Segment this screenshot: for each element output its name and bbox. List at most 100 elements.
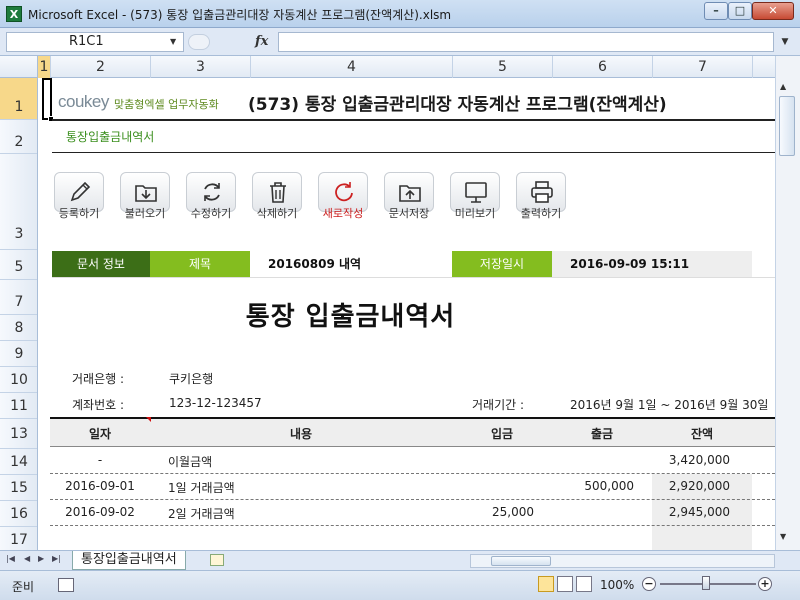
formula-bar: R1C1 ▼ fx ▼ xyxy=(0,28,800,56)
excel-app-icon[interactable]: X xyxy=(6,6,22,22)
header-deposit: 입금 xyxy=(490,427,514,441)
ledger-table-header: 일자 내용 입금 출금 잔액 xyxy=(50,417,775,447)
row-header-8[interactable]: 8 xyxy=(0,315,37,341)
formula-cancel-button[interactable] xyxy=(188,34,210,50)
refresh-icon xyxy=(204,183,220,201)
normal-view-button[interactable] xyxy=(538,576,554,592)
monitor-icon xyxy=(465,182,487,203)
row-header-1[interactable]: 1 xyxy=(0,78,37,120)
row-header-14[interactable]: 14 xyxy=(0,449,37,475)
prev-sheet-icon[interactable]: ◀ xyxy=(24,554,30,563)
sheet-subtitle: 통장입출금내역서 xyxy=(66,130,155,144)
title-value-cell[interactable]: 20160809 내역 xyxy=(250,251,452,277)
first-sheet-icon[interactable]: |◀ xyxy=(6,554,15,563)
document-title: 통장 입출금내역서 xyxy=(245,302,456,332)
row-header-16[interactable]: 16 xyxy=(0,501,37,527)
row-header-9[interactable]: 9 xyxy=(0,341,37,367)
comment-indicator[interactable] xyxy=(146,417,151,422)
info-divider xyxy=(52,277,775,278)
maximize-button[interactable]: □ xyxy=(728,2,752,20)
row-description: 1일 거래금액 xyxy=(168,481,235,495)
next-sheet-icon[interactable]: ▶ xyxy=(38,554,44,563)
close-button[interactable]: ✕ xyxy=(752,2,794,20)
register-button-label: 등록하기 xyxy=(58,207,100,220)
zoom-out-button[interactable]: − xyxy=(642,577,656,591)
column-header-4[interactable]: 4 xyxy=(251,56,453,78)
new-doc-icon xyxy=(335,182,353,202)
chevron-down-icon[interactable]: ▼ xyxy=(170,37,176,46)
column-header-3[interactable]: 3 xyxy=(151,56,251,78)
expand-formula-icon[interactable]: ▼ xyxy=(777,33,793,51)
folder-upload-icon xyxy=(399,185,421,202)
name-box[interactable]: R1C1 xyxy=(6,32,184,52)
row-header-5[interactable]: 5 xyxy=(0,250,37,280)
column-header-6[interactable]: 6 xyxy=(553,56,653,78)
period-value[interactable]: 2016년 9월 1일 ~ 2016년 9월 30일 xyxy=(570,396,768,413)
horizontal-scrollbar[interactable] xyxy=(470,554,775,568)
column-header-5[interactable]: 5 xyxy=(453,56,553,78)
row-header-13[interactable]: 13 xyxy=(0,419,37,449)
column-header-7[interactable]: 7 xyxy=(653,56,753,78)
row-description: 이월금액 xyxy=(168,455,213,469)
table-row[interactable]: - 이월금액 3,420,000 xyxy=(50,448,775,474)
table-row[interactable] xyxy=(50,526,775,550)
row-header-17[interactable]: 17 xyxy=(0,527,37,550)
account-value[interactable]: 123-12-123457 xyxy=(169,396,262,410)
row-header-11[interactable]: 11 xyxy=(0,393,37,419)
row-deposit: 25,000 xyxy=(492,505,534,519)
row-balance: 2,920,000 xyxy=(668,479,730,493)
row-header-10[interactable]: 10 xyxy=(0,367,37,393)
trash-icon xyxy=(270,182,286,203)
active-cell[interactable] xyxy=(42,78,52,120)
saved-at-value[interactable]: 2016-09-09 15:11 xyxy=(552,251,752,277)
vertical-scroll-thumb[interactable] xyxy=(779,96,795,156)
preview-button[interactable]: 미리보기 xyxy=(448,172,502,226)
row-header-7[interactable]: 7 xyxy=(0,280,37,315)
horizontal-scroll-thumb[interactable] xyxy=(491,556,551,566)
row-balance: 3,420,000 xyxy=(668,453,730,467)
window-title: Microsoft Excel - (573) 통장 입출금관리대장 자동계산 … xyxy=(28,8,452,22)
formula-input[interactable] xyxy=(278,32,774,52)
last-sheet-icon[interactable]: ▶| xyxy=(52,554,61,563)
page-break-view-button[interactable] xyxy=(576,576,592,592)
minimize-button[interactable]: – xyxy=(704,2,728,20)
row-header-3[interactable]: 3 xyxy=(0,154,37,250)
insert-function-icon[interactable]: fx xyxy=(255,34,268,49)
insert-sheet-icon[interactable] xyxy=(210,554,224,566)
load-button[interactable]: 불러오기 xyxy=(118,172,172,226)
column-header-1[interactable]: 1 xyxy=(38,56,51,78)
macro-record-icon[interactable] xyxy=(58,578,74,592)
select-all-corner[interactable] xyxy=(0,56,38,78)
scroll-down-icon[interactable]: ▼ xyxy=(780,532,786,541)
vertical-scrollbar[interactable]: ▲ ▼ xyxy=(775,56,800,550)
scroll-up-icon[interactable]: ▲ xyxy=(780,82,786,91)
pencil-icon xyxy=(70,181,91,202)
header-balance: 잔액 xyxy=(690,427,714,441)
table-row[interactable]: 2016-09-01 1일 거래금액 500,000 2,920,000 xyxy=(50,474,775,500)
load-button-label: 불러오기 xyxy=(124,207,166,220)
delete-button-label: 삭제하기 xyxy=(256,207,298,220)
zoom-level[interactable]: 100% xyxy=(600,578,634,592)
row-withdrawal: 500,000 xyxy=(584,479,634,493)
column-header-2[interactable]: 2 xyxy=(51,56,151,78)
row-header-15[interactable]: 15 xyxy=(0,475,37,501)
edit-button[interactable]: 수정하기 xyxy=(184,172,238,226)
save-document-button[interactable]: 문서저장 xyxy=(382,172,436,226)
zoom-slider-thumb[interactable] xyxy=(702,576,710,590)
new-document-button-label: 새로작성 xyxy=(322,207,364,220)
register-button[interactable]: 등록하기 xyxy=(52,172,106,226)
new-document-button[interactable]: 새로작성 xyxy=(316,172,370,226)
delete-button[interactable]: 삭제하기 xyxy=(250,172,304,226)
header-description: 내용 xyxy=(289,427,313,441)
sheet-tab-active[interactable]: 통장입출금내역서 xyxy=(72,551,186,570)
status-bar: 준비 100% − + xyxy=(0,570,800,600)
column-header: 1 2 3 4 5 6 7 xyxy=(0,56,775,78)
bank-value[interactable]: 쿠키은행 xyxy=(169,370,213,387)
bank-label: 거래은행 : xyxy=(72,372,125,386)
print-button[interactable]: 출력하기 xyxy=(514,172,568,226)
page-layout-view-button[interactable] xyxy=(557,576,573,592)
table-row[interactable]: 2016-09-02 2일 거래금액 25,000 2,945,000 xyxy=(50,500,775,526)
zoom-in-button[interactable]: + xyxy=(758,577,772,591)
row-header-2[interactable]: 2 xyxy=(0,120,37,154)
worksheet-grid[interactable]: coukey 맞춤형엑셀 업무자동화 (573) 통장 입출금관리대장 자동계산… xyxy=(38,78,775,550)
